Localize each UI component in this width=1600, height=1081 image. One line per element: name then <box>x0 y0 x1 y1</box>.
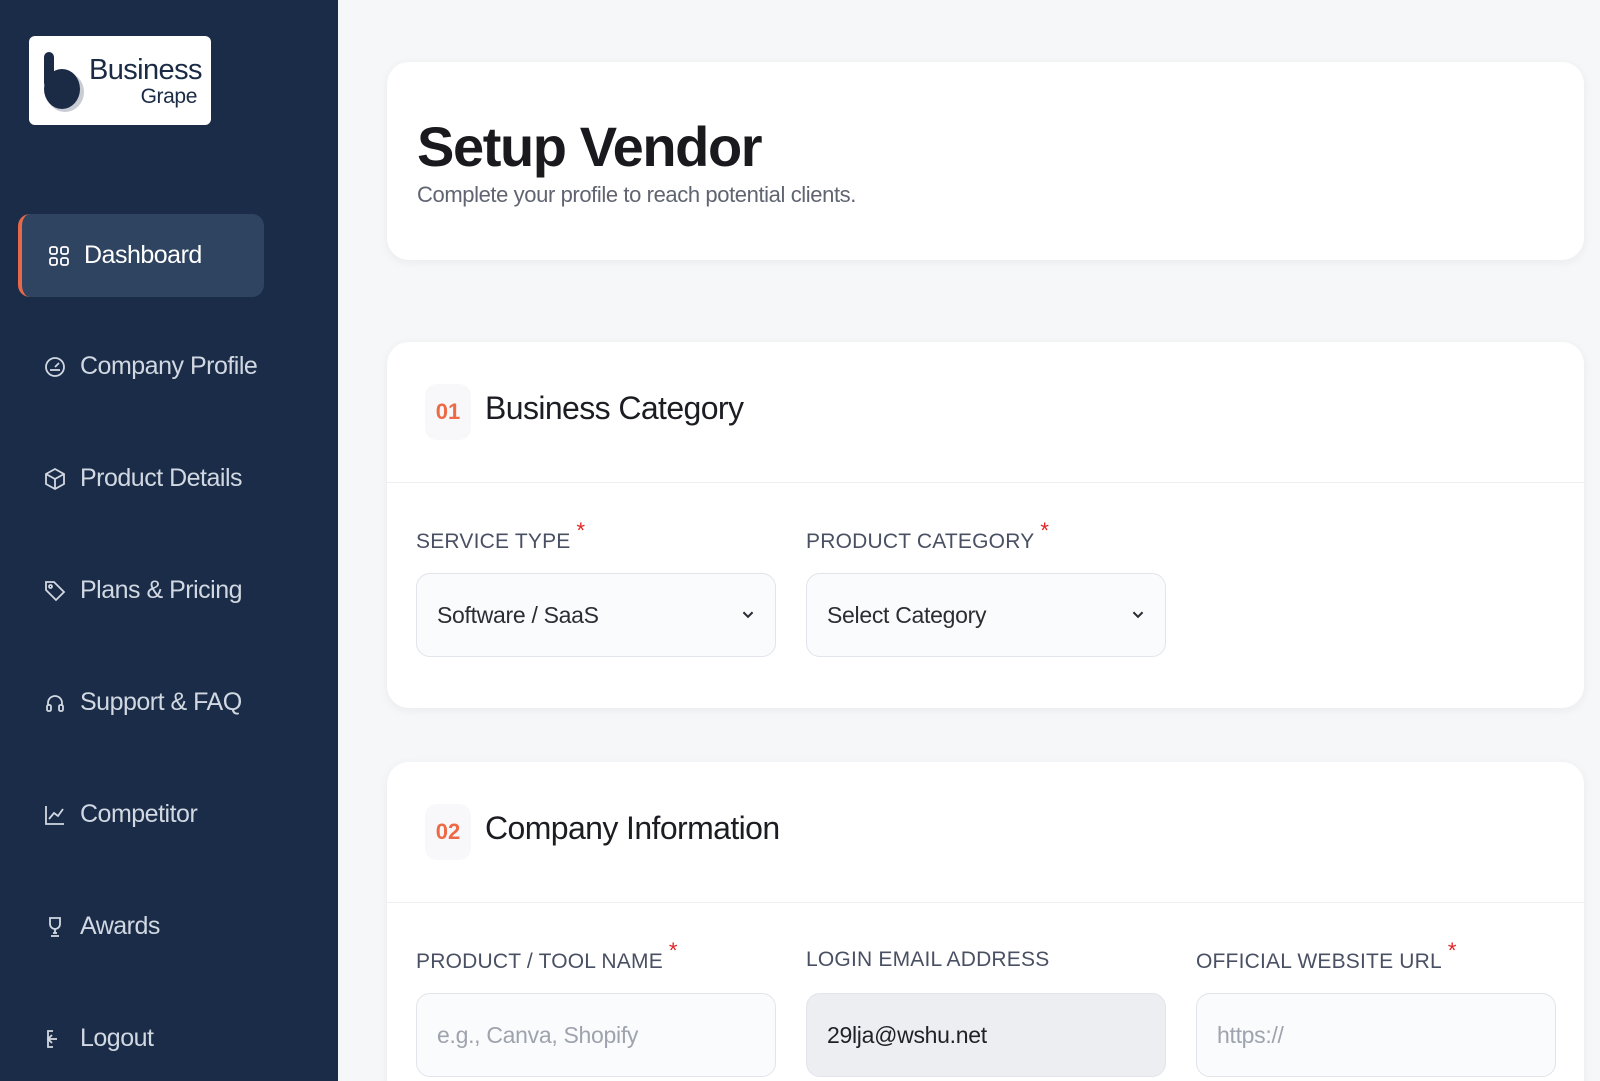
login-email-label: LOGIN EMAIL ADDRESS <box>806 948 1049 972</box>
brand-logo[interactable]: Business Grape <box>29 36 211 125</box>
sidebar-item-logout[interactable]: Logout <box>18 997 264 1080</box>
sidebar-item-label: Logout <box>80 1024 154 1052</box>
input-placeholder: https:// <box>1217 1021 1284 1048</box>
sidebar-item-dashboard[interactable]: Dashboard <box>18 214 264 297</box>
field-label-text: OFFICIAL WEBSITE URL <box>1196 950 1442 973</box>
gauge-icon <box>42 354 68 380</box>
trophy-icon <box>42 914 68 940</box>
page-title: Setup Vendor <box>417 115 763 178</box>
sidebar-item-label: Awards <box>80 912 160 940</box>
section-header: 02 Company Information <box>387 762 1584 903</box>
input-placeholder: e.g., Canva, Shopify <box>437 1021 639 1048</box>
required-asterisk: * <box>1447 938 1457 963</box>
sidebar-item-label: Dashboard <box>84 241 202 269</box>
service-type-select[interactable]: Software / SaaS <box>416 573 776 657</box>
sidebar-item-label: Support & FAQ <box>80 688 242 716</box>
trend-chart-icon <box>42 802 68 828</box>
sidebar: Business Grape Dashboard Company Profile… <box>0 0 338 1081</box>
section-number-badge: 02 <box>425 804 471 860</box>
product-tool-name-input[interactable]: e.g., Canva, Shopify <box>416 993 776 1077</box>
logo-mark-icon <box>44 52 84 112</box>
sidebar-item-product-details[interactable]: Product Details <box>18 437 264 520</box>
service-type-label: SERVICE TYPE * <box>416 518 585 554</box>
sidebar-item-label: Plans & Pricing <box>80 576 243 604</box>
brand-name: Business <box>89 54 202 86</box>
field-label-text: LOGIN EMAIL ADDRESS <box>806 948 1050 971</box>
sidebar-item-awards[interactable]: Awards <box>18 885 264 968</box>
section-title: Business Category <box>485 390 744 426</box>
page-subtitle: Complete your profile to reach potential… <box>417 182 856 207</box>
chevron-down-icon <box>1132 611 1144 619</box>
field-label-text: PRODUCT CATEGORY <box>806 530 1035 553</box>
tag-icon <box>42 578 68 604</box>
box-icon <box>42 466 68 492</box>
product-category-label: PRODUCT CATEGORY * <box>806 518 1049 554</box>
chevron-down-icon <box>742 611 754 619</box>
sidebar-item-label: Product Details <box>80 464 243 492</box>
sidebar-item-label: Company Profile <box>80 352 258 380</box>
input-value: 29lja@wshu.net <box>827 1021 987 1048</box>
brand-name-sub: Grape <box>140 85 198 108</box>
logout-icon <box>42 1026 68 1052</box>
section-company-information: 02 Company Information PRODUCT / TOOL NA… <box>387 762 1584 1081</box>
product-tool-name-label: PRODUCT / TOOL NAME * <box>416 938 678 974</box>
section-header: 01 Business Category <box>387 342 1584 483</box>
section-title: Company Information <box>485 810 780 846</box>
field-label-text: PRODUCT / TOOL NAME <box>416 950 663 973</box>
section-number-badge: 01 <box>425 384 471 440</box>
grid-icon <box>46 243 72 269</box>
sidebar-item-label: Competitor <box>80 800 198 828</box>
sidebar-item-plans-pricing[interactable]: Plans & Pricing <box>18 549 264 632</box>
select-value: Software / SaaS <box>437 601 599 628</box>
required-asterisk: * <box>1040 518 1050 543</box>
sidebar-item-competitor[interactable]: Competitor <box>18 773 264 856</box>
official-website-url-input[interactable]: https:// <box>1196 993 1556 1077</box>
login-email-field: 29lja@wshu.net <box>806 993 1166 1077</box>
sidebar-item-company-profile[interactable]: Company Profile <box>18 325 264 408</box>
page-header-card: Setup Vendor Complete your profile to re… <box>387 62 1584 260</box>
field-label-text: SERVICE TYPE <box>416 530 571 553</box>
sidebar-item-support-faq[interactable]: Support & FAQ <box>18 661 264 744</box>
product-category-select[interactable]: Select Category <box>806 573 1166 657</box>
official-website-url-label: OFFICIAL WEBSITE URL * <box>1196 938 1457 974</box>
section-business-category: 01 Business Category SERVICE TYPE * Softw… <box>387 342 1584 708</box>
select-value: Select Category <box>827 601 987 628</box>
headset-icon <box>42 690 68 716</box>
required-asterisk: * <box>576 518 586 543</box>
required-asterisk: * <box>668 938 678 963</box>
